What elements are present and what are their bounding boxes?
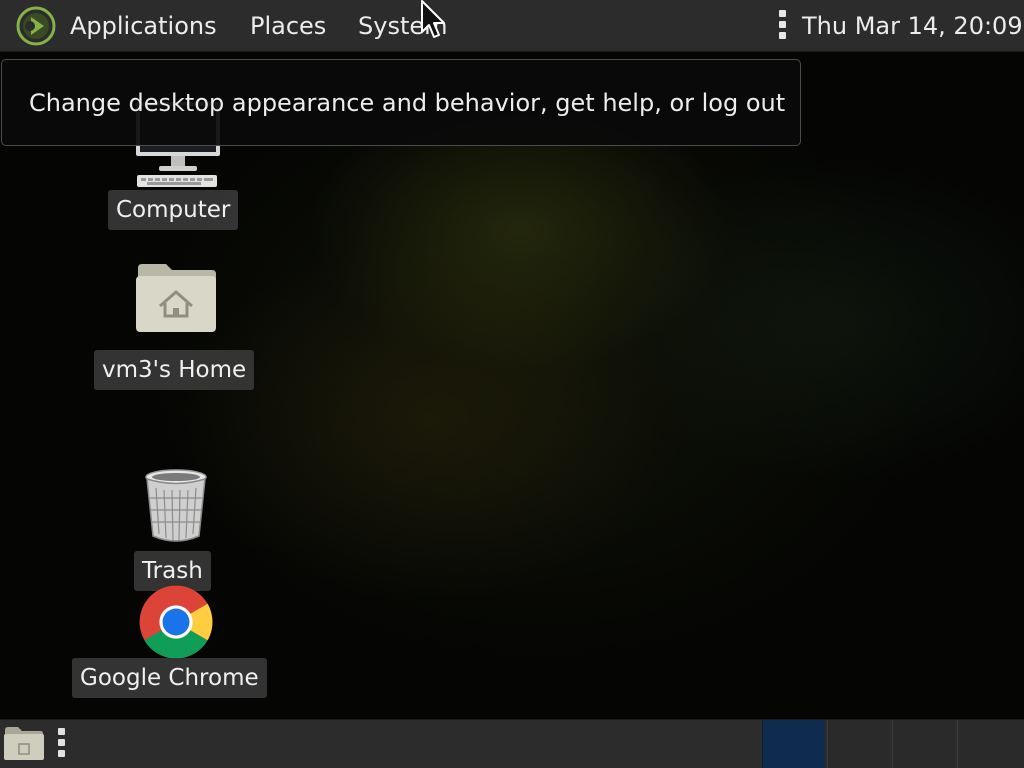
home-folder-icon xyxy=(136,264,216,332)
desktop-icon-label: Computer xyxy=(108,190,239,230)
top-panel: Applications Places System Thu Mar 14, 2… xyxy=(0,0,1024,52)
clock[interactable]: Thu Mar 14, 20:09 xyxy=(802,9,1023,43)
desktop-icon-google-chrome[interactable]: Google Chrome xyxy=(72,582,287,700)
panel-handle-icon[interactable] xyxy=(56,728,66,760)
trash-icon xyxy=(145,469,207,542)
desktop-icon-home[interactable]: vm3's Home xyxy=(94,262,264,392)
bottom-panel xyxy=(0,719,1024,768)
workspace-1[interactable] xyxy=(762,720,825,768)
mate-menu-logo-icon[interactable] xyxy=(16,6,56,46)
menu-places[interactable]: Places xyxy=(250,9,326,43)
panel-handle-icon[interactable] xyxy=(777,10,787,42)
desktop-icon-trash[interactable]: Trash xyxy=(134,466,224,592)
show-desktop-icon[interactable] xyxy=(3,724,45,762)
system-menu-tooltip: Change desktop appearance and behavior, … xyxy=(1,59,801,146)
mouse-cursor-icon xyxy=(421,0,445,38)
workspace-4[interactable] xyxy=(957,720,1024,768)
chrome-icon xyxy=(139,585,213,659)
workspace-2[interactable] xyxy=(827,720,890,768)
menu-applications[interactable]: Applications xyxy=(70,9,217,43)
desktop-icon-label: vm3's Home xyxy=(94,350,255,390)
workspace-3[interactable] xyxy=(892,720,955,768)
desktop-icon-label: Google Chrome xyxy=(72,658,267,698)
